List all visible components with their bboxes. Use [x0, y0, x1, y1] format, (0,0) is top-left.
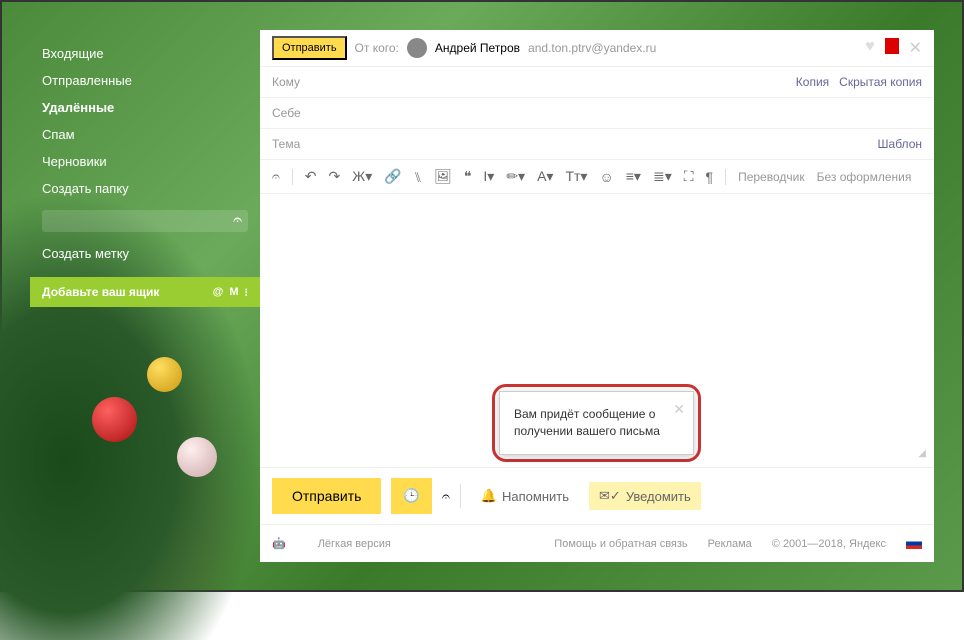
compose-panel: Отправить От кого: Андрей Петров and.ton…: [260, 30, 934, 562]
avatar: [407, 38, 427, 58]
from-email: and.ton.ptrv@yandex.ru: [528, 41, 656, 55]
translator-link[interactable]: Переводчик: [738, 170, 805, 184]
subject-label: Тема: [272, 137, 300, 151]
footer: 🤖 Лёгкая версия Помощь и обратная связь …: [260, 524, 934, 562]
folder-deleted[interactable]: Удалённые: [30, 94, 260, 121]
schedule-button[interactable]: 🕒: [391, 478, 432, 514]
sidebar: Входящие Отправленные Удалённые Спам Чер…: [30, 30, 260, 562]
undo-icon[interactable]: ↶: [305, 168, 317, 185]
cc-link[interactable]: Копия: [796, 75, 829, 89]
folder-sent[interactable]: Отправленные: [30, 67, 260, 94]
add-mailbox[interactable]: Добавьте ваш ящик @ M ⁝: [30, 277, 260, 307]
fullscreen-icon[interactable]: ⛶: [684, 168, 694, 185]
add-mailbox-label: Добавьте ваш ящик: [42, 285, 159, 299]
template-link[interactable]: Шаблон: [878, 137, 922, 151]
size-icon[interactable]: Tт▾: [565, 168, 587, 185]
redo-icon[interactable]: ↷: [329, 168, 341, 185]
emoji-icon[interactable]: ☺: [599, 169, 613, 185]
clear-icon[interactable]: ¶: [706, 169, 714, 185]
send-button-top[interactable]: Отправить: [272, 36, 347, 60]
notify-tooltip: ✕ Вам придёт сообщение о получении вашег…: [499, 391, 694, 455]
copyright: © 2001—2018, Яндекс: [772, 538, 886, 550]
gmail-icon: M: [229, 286, 238, 299]
notify-label: Уведомить: [626, 489, 691, 504]
to-field[interactable]: Кому Копия Скрытая копия: [260, 67, 934, 98]
tooltip-text: Вам придёт сообщение о получении вашего …: [514, 407, 660, 438]
remind-button[interactable]: 🔔 Напомнить: [471, 482, 579, 510]
heart-icon[interactable]: ♥: [865, 38, 875, 58]
at-icon: @: [213, 286, 224, 299]
quote-icon[interactable]: ❝: [464, 168, 472, 185]
help-link[interactable]: Помощь и обратная связь: [554, 538, 687, 550]
to-label: Кому: [272, 75, 300, 89]
create-label[interactable]: Создать метку: [30, 240, 260, 267]
unlink-icon[interactable]: ⑊: [414, 169, 422, 185]
bell-icon: 🔔: [481, 488, 497, 504]
label-strip[interactable]: 𝄐: [42, 210, 248, 232]
ads-link[interactable]: Реклама: [708, 538, 752, 550]
android-icon[interactable]: 🤖: [272, 537, 286, 550]
folder-drafts[interactable]: Черновики: [30, 148, 260, 175]
flag-icon[interactable]: [885, 38, 899, 54]
editor-toolbar: 𝄐 ↶ ↷ Ж▾ 🔗 ⑊ 🖼 ❝ I▾ ✏▾ A▾ Tт▾ ☺ ≡▾ ≣▾ ⛶ …: [260, 160, 934, 194]
lite-version-link[interactable]: Лёгкая версия: [318, 538, 391, 550]
from-name: Андрей Петров: [435, 41, 520, 55]
link-icon[interactable]: 🔗: [384, 168, 401, 185]
send-button[interactable]: Отправить: [272, 478, 381, 514]
bcc-link[interactable]: Скрытая копия: [839, 75, 922, 89]
more-icon: ⁝: [245, 286, 249, 299]
self-field[interactable]: Себе: [260, 98, 934, 129]
bgcolor-icon[interactable]: ✏▾: [506, 168, 525, 185]
bottom-toolbar: Отправить 🕒 𝄐 🔔 Напомнить ✉✓ Уведомить: [260, 467, 934, 524]
font-icon[interactable]: A▾: [537, 168, 553, 185]
attach-bottom-icon[interactable]: 𝄐: [442, 488, 450, 505]
resize-handle[interactable]: ◢: [918, 448, 926, 459]
self-label: Себе: [272, 106, 301, 120]
subject-field[interactable]: Тема Шаблон: [260, 129, 934, 160]
image-icon[interactable]: 🖼: [434, 168, 452, 185]
highlight-ring: ✕ Вам придёт сообщение о получении вашег…: [492, 384, 701, 462]
folder-create[interactable]: Создать папку: [30, 175, 260, 202]
notify-button[interactable]: ✉✓ Уведомить: [589, 482, 701, 510]
russia-flag-icon[interactable]: [906, 538, 922, 549]
compose-topbar: Отправить От кого: Андрей Петров and.ton…: [260, 30, 934, 67]
remind-label: Напомнить: [502, 489, 569, 504]
list-icon[interactable]: ≡▾: [626, 168, 641, 185]
from-label: От кого:: [355, 41, 399, 55]
align-icon[interactable]: ≣▾: [653, 168, 672, 185]
close-icon[interactable]: ✕: [909, 38, 922, 58]
noformat-link[interactable]: Без оформления: [817, 170, 912, 184]
folder-spam[interactable]: Спам: [30, 121, 260, 148]
tooltip-close-icon[interactable]: ✕: [673, 400, 685, 420]
bold-icon[interactable]: Ж▾: [352, 168, 372, 185]
attachment-icon[interactable]: 𝄐: [233, 212, 242, 230]
folder-inbox[interactable]: Входящие: [30, 40, 260, 67]
attach-icon[interactable]: 𝄐: [272, 168, 280, 185]
textcolor-icon[interactable]: I▾: [483, 168, 494, 185]
check-mail-icon: ✉✓: [599, 488, 621, 504]
